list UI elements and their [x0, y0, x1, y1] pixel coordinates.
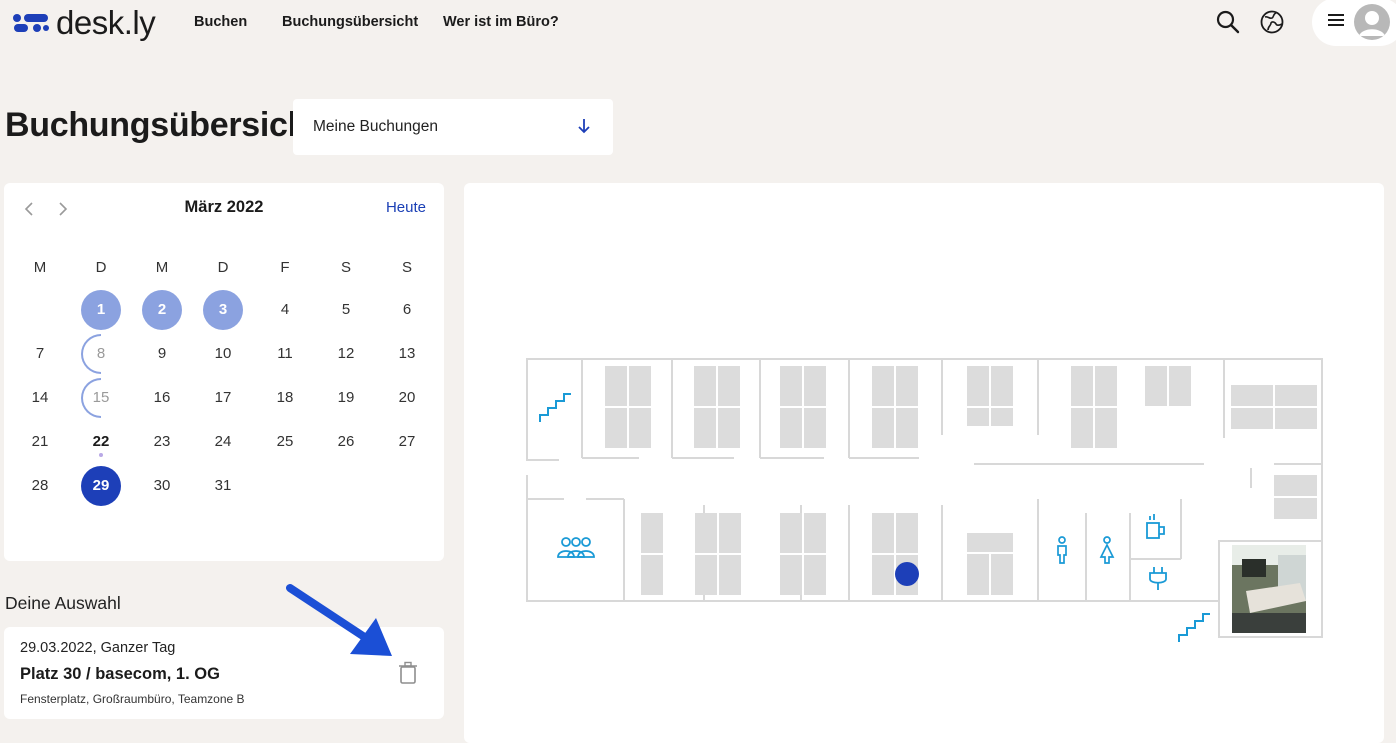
calendar-day[interactable]: 26: [326, 422, 366, 462]
calendar-day[interactable]: 9: [142, 334, 182, 374]
calendar-day[interactable]: 18: [265, 378, 305, 418]
today-indicator-dot: [99, 453, 103, 457]
calendar-day-partial[interactable]: 8: [81, 334, 121, 374]
weekday-label: S: [401, 259, 412, 276]
weekday-label: D: [217, 259, 229, 276]
calendar-day[interactable]: 7: [20, 334, 60, 374]
nav-buchen[interactable]: Buchen: [194, 14, 247, 30]
logo-mark-icon: [13, 14, 49, 32]
calendar-day-booked[interactable]: 1: [81, 290, 121, 330]
weekday-label: M: [155, 259, 169, 276]
booking-filter-select[interactable]: Meine Buchungen: [293, 99, 613, 155]
power-plug-icon: [1149, 567, 1167, 590]
user-menu-button[interactable]: [1312, 0, 1396, 46]
calendar: März 2022 Heute M D M D F S S 1 2 3 4 5 …: [4, 183, 444, 561]
calendar-day-partial[interactable]: 15: [81, 378, 121, 418]
nav-buchungsuebersicht[interactable]: Buchungsübersicht: [282, 14, 418, 30]
logo-text: desk.ly: [56, 3, 156, 41]
calendar-day[interactable]: 23: [142, 422, 182, 462]
weekday-label: D: [95, 259, 107, 276]
stairs-icon: [539, 393, 571, 422]
calendar-day[interactable]: 16: [142, 378, 182, 418]
hamburger-menu-icon: [1328, 14, 1344, 26]
calendar-day[interactable]: 12: [326, 334, 366, 374]
booking-place: Platz 30 / basecom, 1. OG: [20, 665, 220, 683]
filter-value: Meine Buchungen: [313, 118, 438, 135]
arrow-down-icon: [578, 119, 590, 134]
selection-heading: Deine Auswahl: [5, 593, 121, 613]
page-title: Buchungsübersicht: [5, 106, 320, 144]
calendar-day[interactable]: 24: [203, 422, 243, 462]
wc-women-icon: [1099, 536, 1115, 564]
calendar-day-booked[interactable]: 3: [203, 290, 243, 330]
pointer-arrow-icon: [286, 584, 392, 656]
calendar-day[interactable]: 31: [203, 466, 243, 506]
calendar-day[interactable]: 17: [203, 378, 243, 418]
calendar-day[interactable]: 27: [387, 422, 427, 462]
calendar-month-label: März 2022: [184, 198, 264, 216]
calendar-day[interactable]: 11: [265, 334, 305, 374]
wc-men-icon: [1057, 536, 1067, 564]
booking-details: Fensterplatz, Großraumbüro, Teamzone B: [20, 692, 245, 706]
calendar-day[interactable]: 30: [142, 466, 182, 506]
calendar-day[interactable]: 25: [265, 422, 305, 462]
weekday-label: F: [280, 259, 290, 276]
calendar-day[interactable]: 6: [387, 290, 427, 330]
meeting-room-photo[interactable]: [1232, 545, 1306, 633]
stairs-icon: [1178, 613, 1210, 642]
globe-language-icon[interactable]: [1259, 8, 1287, 36]
selected-desk-marker[interactable]: [895, 562, 919, 586]
floor-plan: [526, 358, 1323, 642]
booking-date: 29.03.2022, Ganzer Tag: [20, 640, 176, 656]
search-icon[interactable]: [1214, 8, 1242, 36]
nav-wer-ist-im-buero[interactable]: Wer ist im Büro?: [443, 14, 559, 30]
avatar: [1354, 4, 1390, 40]
calendar-day[interactable]: 14: [20, 378, 60, 418]
today-button[interactable]: Heute: [386, 199, 426, 216]
logo[interactable]: desk.ly: [12, 2, 156, 42]
top-bar: desk.ly Buchen Buchungsübersicht Wer ist…: [0, 0, 1396, 48]
meeting-room-people-icon: [557, 537, 595, 558]
calendar-day[interactable]: 4: [265, 290, 305, 330]
calendar-day[interactable]: 19: [326, 378, 366, 418]
coffee-icon: [1146, 514, 1165, 539]
calendar-day-booked[interactable]: 2: [142, 290, 182, 330]
weekday-label: S: [340, 259, 351, 276]
calendar-day[interactable]: 10: [203, 334, 243, 374]
calendar-day[interactable]: 21: [20, 422, 60, 462]
calendar-day[interactable]: 13: [387, 334, 427, 374]
floor-plan-panel: [464, 183, 1384, 743]
weekday-label: M: [33, 259, 47, 276]
calendar-day[interactable]: 28: [20, 466, 60, 506]
calendar-day[interactable]: 5: [326, 290, 366, 330]
calendar-day-selected[interactable]: 29: [81, 466, 121, 506]
calendar-day[interactable]: 20: [387, 378, 427, 418]
